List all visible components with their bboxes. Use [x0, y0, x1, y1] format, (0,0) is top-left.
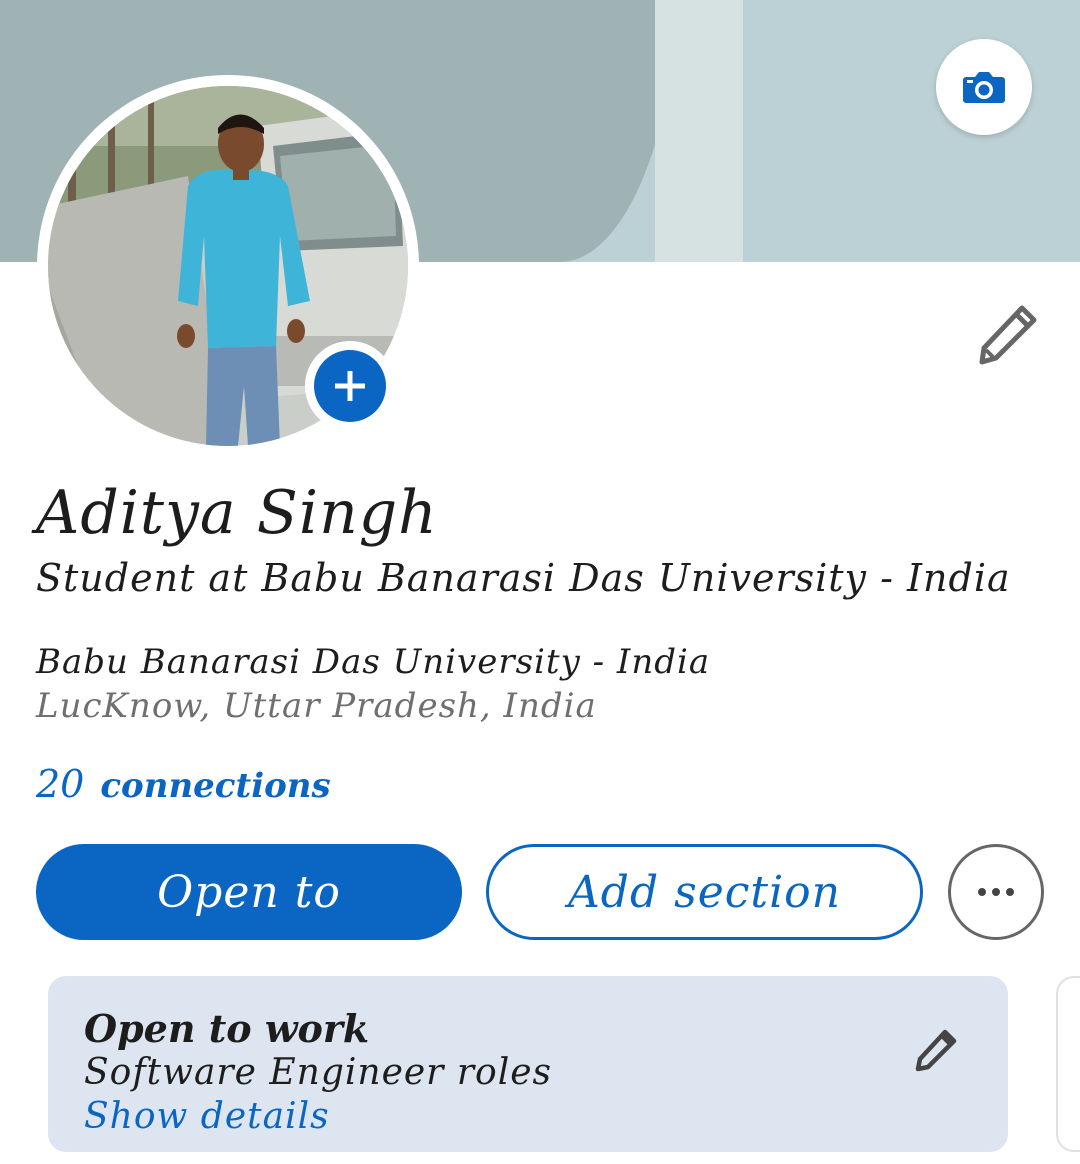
connections-count: 20 — [36, 762, 85, 806]
connections-label: connections — [100, 766, 331, 806]
camera-icon — [963, 72, 1005, 103]
plus-icon — [335, 371, 365, 401]
more-actions-button[interactable] — [948, 844, 1044, 940]
add-section-button[interactable]: Add section — [486, 844, 923, 940]
open-to-button[interactable]: Open to — [36, 844, 462, 940]
ellipsis-icon — [978, 888, 1014, 896]
pencil-icon — [979, 305, 1037, 365]
next-card-peek[interactable] — [1056, 976, 1080, 1152]
edit-open-to-work-button[interactable] — [908, 1022, 964, 1078]
edit-banner-button[interactable] — [936, 39, 1032, 135]
open-to-work-card[interactable]: Open to work Software Engineer roles Sho… — [48, 976, 1008, 1152]
add-photo-button-circle — [314, 350, 386, 422]
profile-headline: Student at Babu Banarasi Das University … — [36, 556, 1011, 600]
edit-intro-button[interactable] — [972, 298, 1044, 370]
add-photo-button[interactable] — [305, 341, 395, 431]
pencil-icon — [915, 1029, 957, 1072]
profile-location: LucKnow, Uttar Pradesh, India — [36, 686, 597, 726]
profile-name: Aditya Singh — [36, 478, 438, 548]
open-to-work-roles: Software Engineer roles — [84, 1052, 553, 1093]
connections-link[interactable]: 20 connections — [36, 762, 331, 806]
banner-shape-light — [655, 0, 743, 262]
show-details-link[interactable]: Show details — [84, 1096, 330, 1137]
profile-school[interactable]: Babu Banarasi Das University - India — [36, 642, 710, 682]
open-to-work-title: Open to work — [84, 1006, 370, 1051]
